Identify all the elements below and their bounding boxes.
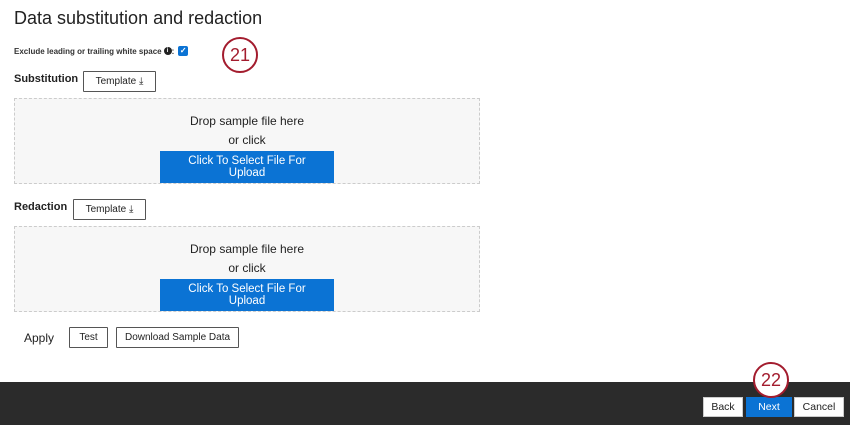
substitution-drop-zone[interactable]: Drop sample file here or click Click To … [14,98,480,184]
annotation-marker-22: 22 [753,362,789,398]
exclude-whitespace-checkbox[interactable]: ✓ [178,46,189,56]
page-title: Data substitution and redaction [14,8,263,28]
substitution-label: Substitution [14,73,79,85]
download-icon: ⤓ [128,204,134,215]
redaction-template-button[interactable]: Template ⤓ [73,199,146,220]
redaction-drop-zone[interactable]: Drop sample file here or click Click To … [14,226,480,312]
redaction-label: Redaction [14,201,68,213]
annotation-marker-21: 21 [222,37,258,73]
test-button[interactable]: Test [69,327,108,348]
exclude-whitespace-row: Exclude leading or trailing white space … [14,46,189,56]
substitution-upload-button[interactable]: Click To Select File For Upload [160,151,334,183]
next-button[interactable]: Next [746,397,792,417]
info-icon: i [163,47,172,55]
download-sample-data-button[interactable]: Download Sample Data [116,327,239,348]
download-icon: ⤓ [138,76,144,87]
redaction-upload-button[interactable]: Click To Select File For Upload [160,279,334,311]
substitution-template-button[interactable]: Template ⤓ [83,71,156,92]
apply-label: Apply [24,331,55,345]
back-button[interactable]: Back [703,397,743,417]
cancel-button[interactable]: Cancel [794,397,844,417]
exclude-whitespace-label: Exclude leading or trailing white space [14,46,162,56]
